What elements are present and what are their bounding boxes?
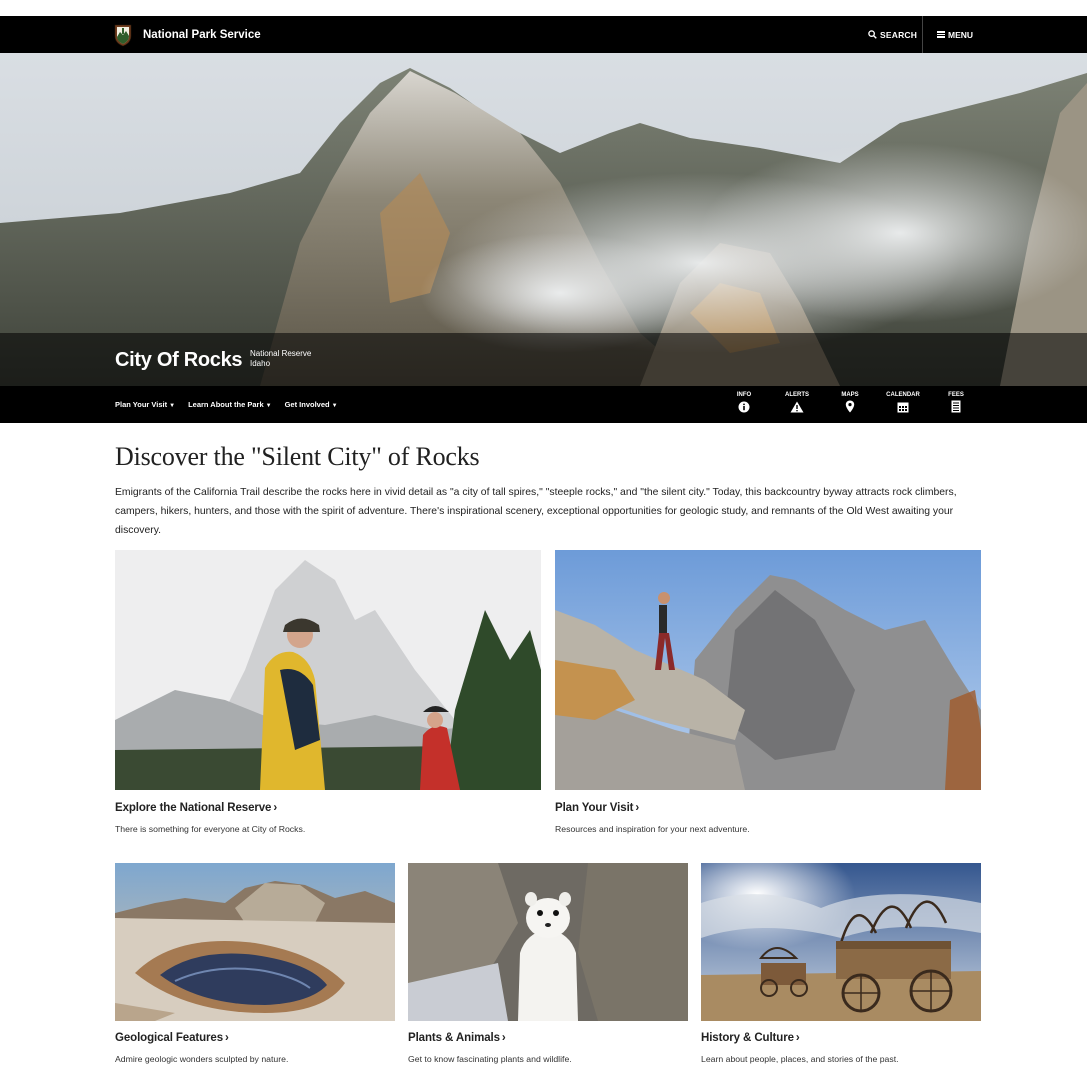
card-title-text: Explore the National Reserve xyxy=(115,802,272,814)
card-description: There is something for everyone at City … xyxy=(115,824,306,834)
subnav-plan-your-visit[interactable]: Plan Your Visit ▼ xyxy=(115,400,175,409)
card-title[interactable]: History & Culture › xyxy=(701,1032,800,1044)
menu-label: MENU xyxy=(948,29,974,40)
calendar-icon xyxy=(883,400,923,414)
card-image-weasel xyxy=(408,863,688,1021)
hero-banner: City Of Rocks National Reserve Idaho xyxy=(0,53,1087,386)
alert-triangle-icon xyxy=(777,400,817,414)
quick-link-label: ALERTS xyxy=(785,392,809,398)
chevron-right-icon: › xyxy=(635,802,640,814)
card-title-text: Plants & Animals xyxy=(408,1032,500,1044)
nps-arrowhead-logo-icon xyxy=(114,23,132,47)
subnav-get-involved[interactable]: Get Involved ▼ xyxy=(285,400,338,409)
card-description: Learn about people, places, and stories … xyxy=(701,1054,899,1064)
quick-link-info[interactable]: INFO xyxy=(724,392,764,414)
card-title-text: History & Culture xyxy=(701,1032,794,1044)
chevron-right-icon: › xyxy=(225,1032,229,1044)
card-description: Resources and inspiration for your next … xyxy=(555,824,750,834)
chevron-right-icon: › xyxy=(273,802,278,814)
card-explore-reserve[interactable]: Explore the National Reserve › There is s… xyxy=(115,550,541,840)
card-image-climber xyxy=(555,550,981,790)
hamburger-icon xyxy=(937,30,945,39)
page-headline: Discover the "Silent City" of Rocks xyxy=(115,442,480,471)
card-title-text: Geological Features xyxy=(115,1032,224,1044)
chevron-right-icon: › xyxy=(795,1032,800,1044)
header-divider xyxy=(922,16,923,53)
park-title[interactable]: City Of Rocks xyxy=(115,349,243,372)
card-geological-features[interactable]: Geological Features › Admire geologic won… xyxy=(115,863,395,1073)
quick-link-alerts[interactable]: ALERTS xyxy=(777,392,817,414)
search-button[interactable]: SEARCH xyxy=(868,16,917,53)
subnav-link-label: Learn About the Park xyxy=(188,400,264,409)
search-icon xyxy=(868,30,877,39)
card-image-rock-pool xyxy=(115,863,395,1021)
card-plan-your-visit[interactable]: Plan Your Visit › Resources and inspirati… xyxy=(555,550,981,840)
card-title[interactable]: Explore the National Reserve › xyxy=(115,802,277,814)
subnav-link-label: Get Involved xyxy=(284,400,330,409)
quick-link-label: MAPS xyxy=(841,392,859,398)
quick-link-label: CALENDAR xyxy=(886,392,920,398)
card-history-culture[interactable]: History & Culture › Learn about people, p… xyxy=(701,863,981,1073)
quick-link-label: FEES xyxy=(948,392,964,398)
chevron-right-icon: › xyxy=(501,1032,506,1044)
brand-name: National Park Service xyxy=(143,29,261,41)
quick-link-maps[interactable]: MAPS xyxy=(830,392,870,414)
nps-home-link[interactable]: National Park Service xyxy=(114,23,261,47)
card-title-text: Plan Your Visit xyxy=(555,802,634,814)
top-navigation-bar: National Park Service SEARCH MENU xyxy=(0,16,1087,53)
card-plants-animals[interactable]: Plants & Animals › Get to know fascinatin… xyxy=(408,863,688,1073)
quick-link-calendar[interactable]: CALENDAR xyxy=(883,392,923,414)
card-title[interactable]: Plan Your Visit › xyxy=(555,802,639,814)
card-title[interactable]: Plants & Animals › xyxy=(408,1032,506,1044)
quick-link-fees[interactable]: FEES xyxy=(936,392,976,414)
subnav-learn-about-the-park[interactable]: Learn About the Park ▼ xyxy=(188,400,272,409)
menu-button[interactable]: MENU xyxy=(937,16,973,53)
caret-down-icon: ▼ xyxy=(331,403,338,409)
park-meta: National Reserve Idaho xyxy=(250,349,311,369)
card-description: Get to know fascinating plants and wildl… xyxy=(408,1054,572,1064)
card-image-wagons xyxy=(701,863,981,1021)
card-title[interactable]: Geological Features › xyxy=(115,1032,229,1044)
fees-icon xyxy=(936,400,976,414)
park-state: Idaho xyxy=(250,359,271,368)
caret-down-icon: ▼ xyxy=(169,403,176,409)
quick-link-label: INFO xyxy=(736,392,752,398)
info-icon xyxy=(724,400,764,414)
park-designation: National Reserve xyxy=(250,349,312,358)
intro-paragraph: Emigrants of the California Trail descri… xyxy=(115,487,957,536)
caret-down-icon: ▼ xyxy=(265,403,272,409)
card-image-hikers xyxy=(115,550,541,790)
map-pin-icon xyxy=(830,400,870,414)
card-description: Admire geologic wonders sculpted by natu… xyxy=(115,1054,289,1064)
subnav-links: Plan Your Visit ▼ Learn About the Park ▼ G… xyxy=(115,386,351,423)
subnav-link-label: Plan Your Visit xyxy=(115,400,168,409)
search-label: SEARCH xyxy=(880,29,918,40)
park-subnav: Plan Your Visit ▼ Learn About the Park ▼ G… xyxy=(0,386,1087,423)
